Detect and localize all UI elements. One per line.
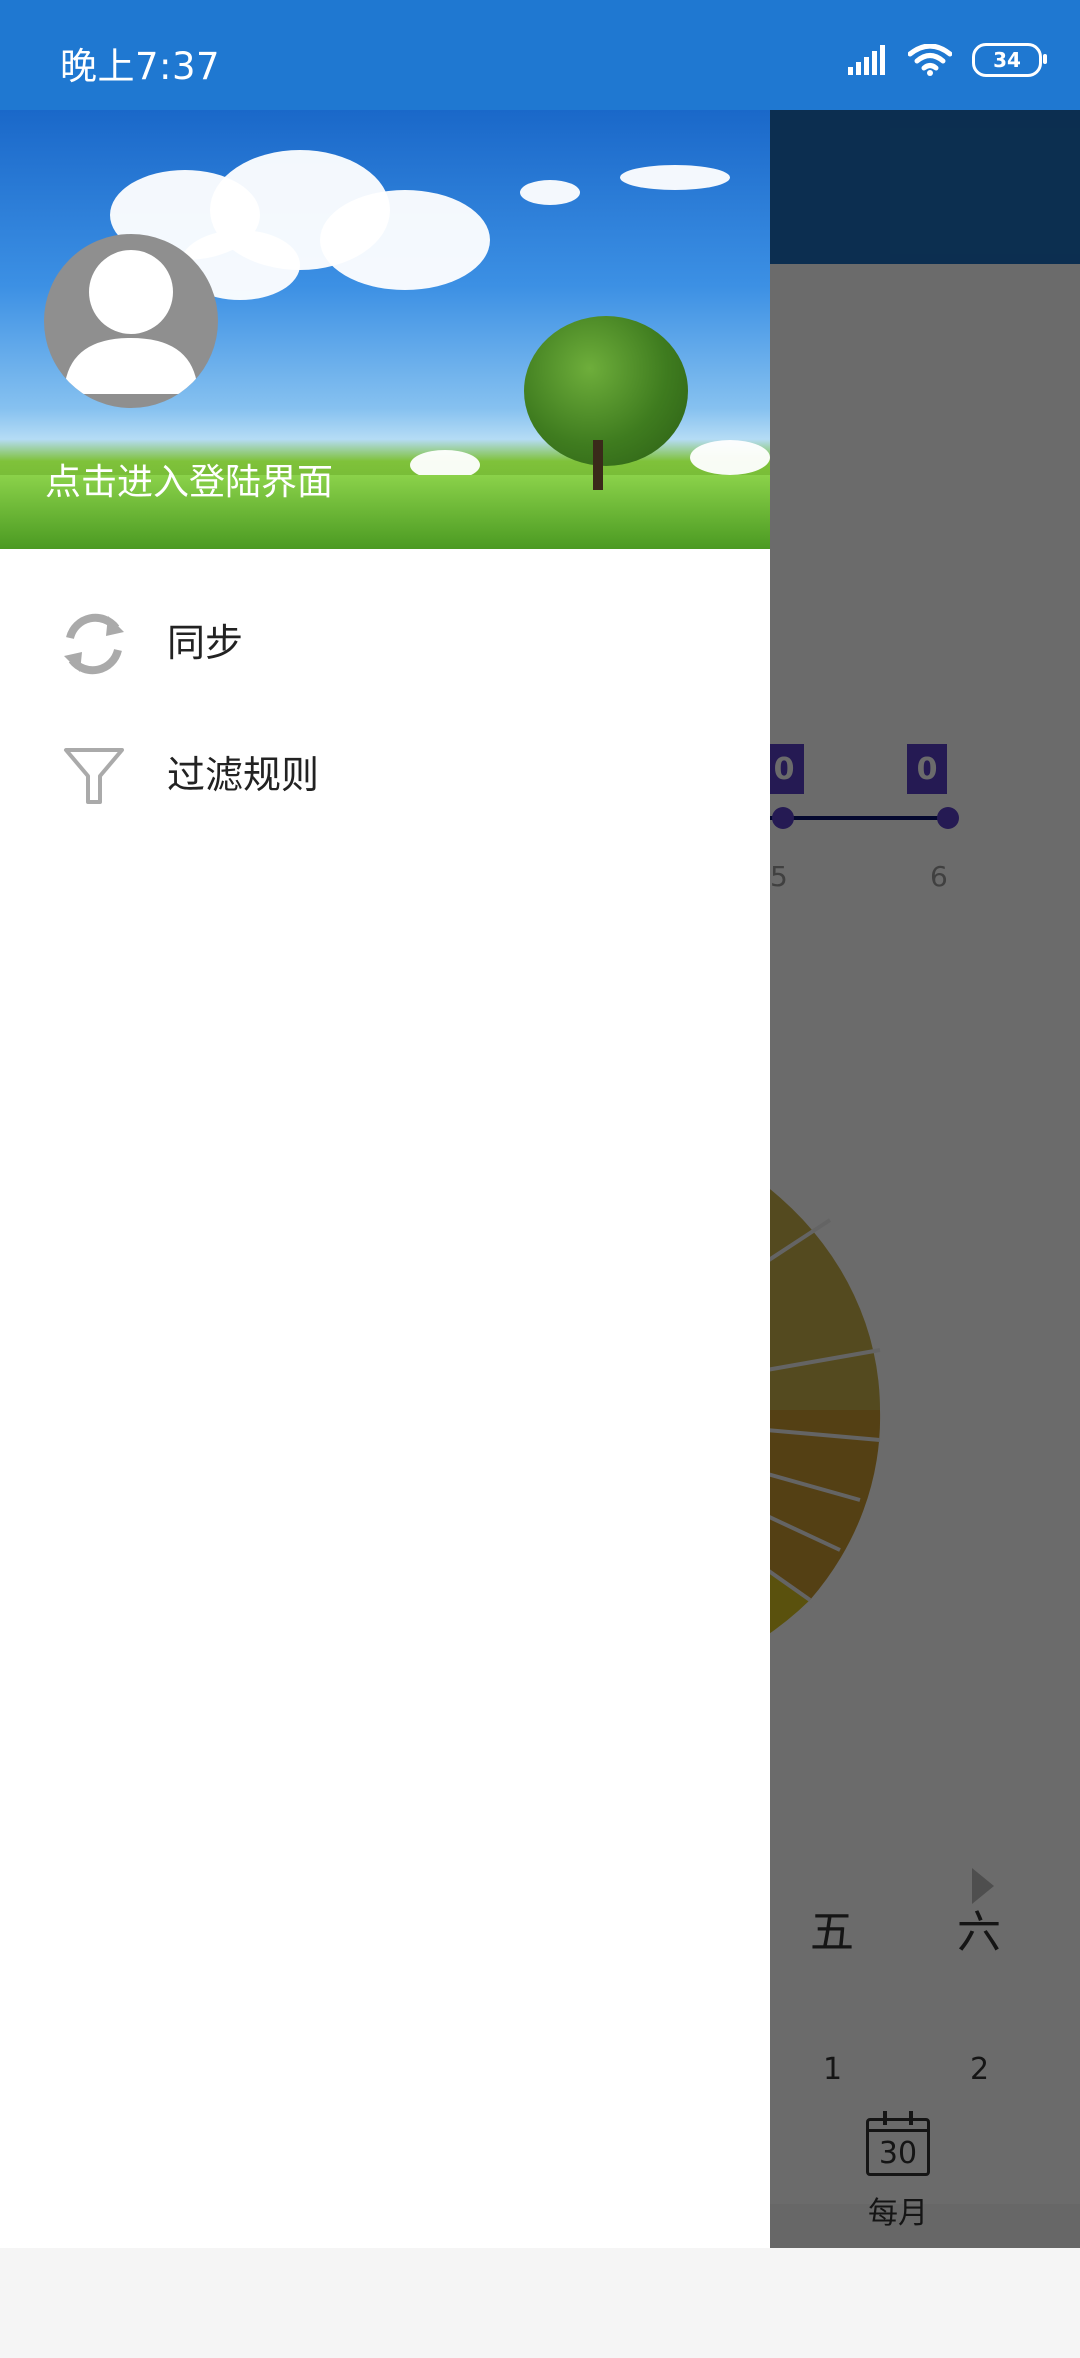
battery-level: 34 [993, 48, 1021, 72]
sync-icon [64, 613, 124, 675]
wifi-icon [908, 44, 952, 76]
status-bar: 晚上7:37 34 [0, 0, 1080, 110]
status-time: 晚上7:37 [60, 45, 221, 88]
menu-item-sync[interactable]: 同步 [0, 578, 770, 698]
status-icons: 34 [848, 40, 1047, 80]
menu-item-filter-rules[interactable]: 过滤规则 [0, 710, 770, 830]
tree-image [524, 316, 688, 466]
menu-item-label: 过滤规则 [167, 753, 320, 797]
battery-icon: 34 [972, 43, 1047, 77]
navigation-drawer: 点击进入登陆界面 同步 过滤规则 [0, 110, 770, 2248]
filter-icon [64, 748, 124, 804]
menu-item-label: 同步 [167, 621, 244, 665]
login-prompt[interactable]: 点击进入登陆界面 [45, 453, 333, 505]
signal-icon [848, 45, 885, 75]
drawer-header[interactable]: 点击进入登陆界面 [0, 110, 770, 549]
avatar[interactable] [44, 234, 218, 408]
user-silhouette-icon [64, 250, 198, 394]
